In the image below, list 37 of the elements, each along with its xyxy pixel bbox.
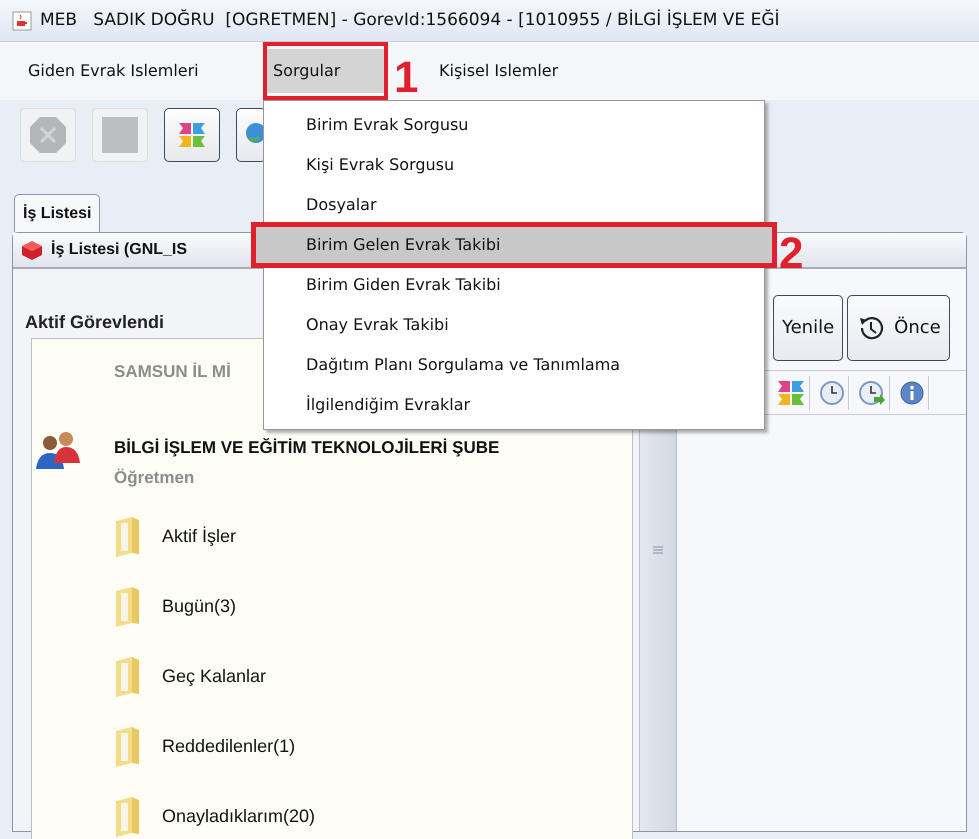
box-icon [21, 240, 43, 260]
stop-icon [28, 115, 68, 155]
menu-item[interactable]: Sorgular [267, 49, 384, 93]
folder-label[interactable]: Geç Kalanlar [162, 662, 266, 690]
tiles-icon [177, 120, 207, 150]
menu-item[interactable]: Kişisel Islemler [433, 49, 564, 93]
folder-label[interactable]: Aktif İşler [162, 522, 236, 550]
grip-icon[interactable] [653, 545, 663, 555]
clock-icon [819, 380, 845, 406]
toolbar-button[interactable] [164, 108, 220, 162]
menu-item[interactable]: Onay Evrak Takibi [264, 305, 764, 345]
folder-label[interactable]: Onayladıklarım(20) [162, 802, 316, 830]
menu-item[interactable]: Birim Giden Evrak Takibi [264, 265, 764, 305]
menu-item[interactable]: Dağıtım Planı Sorgulama ve Tanımlama [264, 345, 764, 385]
menu-item[interactable]: Birim Gelen Evrak Takibi [254, 225, 774, 265]
users-icon [34, 429, 82, 471]
window-title: MEB SADIK DOĞRU [OGRETMEN] - GorevId:1566094 - [1010955 / BİLGİ İŞLEM VE EĞİ [40, 8, 780, 32]
refresh-button[interactable]: Yenile [773, 294, 844, 360]
tab[interactable]: İş Listesi [14, 194, 100, 232]
toolbar-button[interactable] [236, 108, 266, 162]
menu-item[interactable]: Birim Evrak Sorgusu [264, 105, 764, 145]
step-number: 2 [779, 232, 804, 276]
history-button[interactable]: Önce [847, 294, 950, 360]
panel-title: İş Listesi (GNL_IS [51, 239, 188, 260]
organization-name: SAMSUN İL Mİ [114, 361, 231, 383]
role-name: Öğretmen [114, 467, 194, 489]
panel-heading: Aktif Görevlendi [25, 311, 164, 334]
square-icon [100, 115, 140, 155]
menu-item[interactable]: Kişi Evrak Sorgusu [264, 145, 764, 185]
menu-item[interactable]: İlgilendiğim Evraklar [264, 385, 764, 425]
menu-item[interactable]: Giden Evrak Islemleri [22, 49, 262, 93]
unit-name: BİLGİ İŞLEM VE EĞİTİM TEKNOLOJİLERİ ŞUBE [114, 437, 500, 459]
step-number: 1 [394, 56, 418, 100]
info-icon [899, 380, 925, 406]
folder-label[interactable]: Bugün(3) [162, 592, 236, 620]
menu-item[interactable]: Dosyalar [264, 185, 764, 225]
folder-label[interactable]: Reddedilenler(1) [162, 732, 296, 760]
